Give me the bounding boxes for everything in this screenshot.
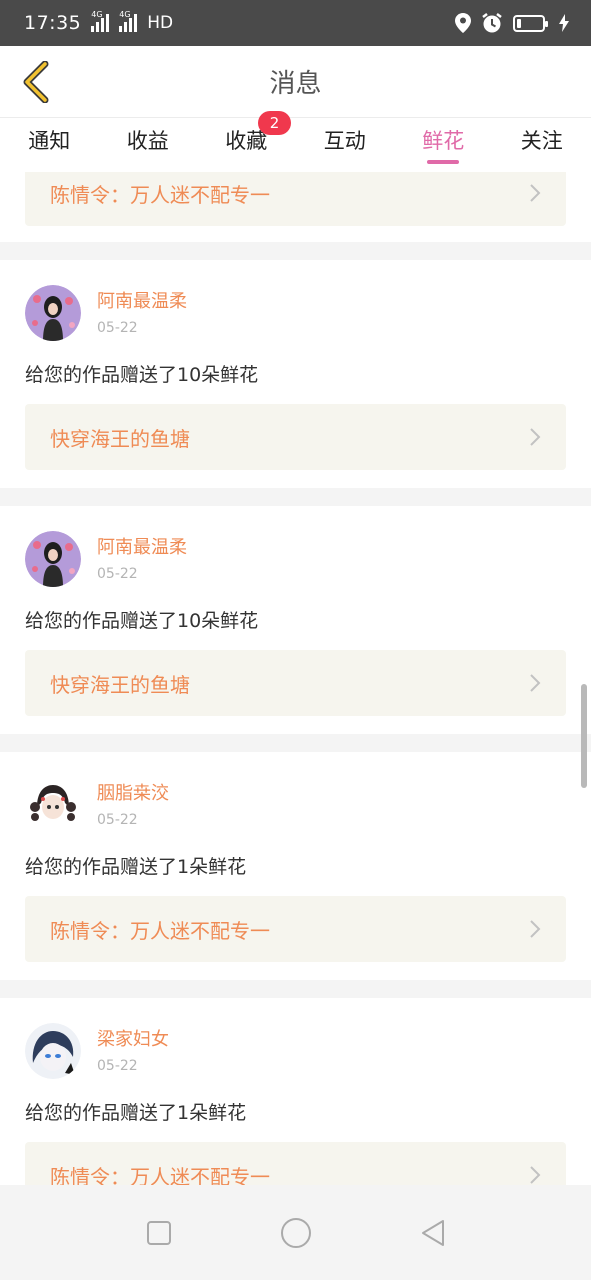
message-date: 05-22 [97, 319, 138, 336]
gift-text: 给您的作品赠送了1朵鲜花 [25, 856, 247, 878]
username[interactable]: 阿南最温柔 [97, 536, 187, 560]
tab-label: 收益 [126, 129, 169, 153]
message-date: 05-22 [97, 565, 138, 582]
message-date: 05-22 [97, 1057, 138, 1074]
tab-notification[interactable]: 通知 [0, 118, 99, 172]
work-title: 陈情令：万人迷不配专一 [50, 918, 270, 943]
battery-icon [513, 14, 548, 32]
signal-icon-2: 4G [119, 10, 138, 32]
message-card: 胭脂桒洨 05-22 给您的作品赠送了1朵鲜花 陈情令：万人迷不配专一 [0, 752, 591, 980]
alarm-icon [482, 13, 502, 33]
message-card: 梁家妇女 05-22 给您的作品赠送了1朵鲜花 陈情令：万人迷不配专一 [0, 998, 591, 1185]
tab-flowers[interactable]: 鲜花 [394, 118, 493, 172]
message-card: 阿南最温柔 05-22 给您的作品赠送了10朵鲜花 快穿海王的鱼塘 [0, 506, 591, 734]
chevron-right-icon [530, 1166, 541, 1184]
tab-earnings[interactable]: 收益 [99, 118, 198, 172]
username[interactable]: 梁家妇女 [97, 1028, 169, 1052]
message-card: 陈情令：万人迷不配专一 [0, 172, 591, 242]
page-title: 消息 [269, 69, 322, 99]
work-title: 陈情令：万人迷不配专一 [50, 1164, 270, 1186]
work-title: 快穿海王的鱼塘 [50, 672, 190, 697]
back-button[interactable] [14, 58, 58, 106]
tab-label: 收藏 [225, 129, 268, 153]
tab-label: 互动 [323, 129, 366, 153]
status-bar: 17:35 4G 4G HD [0, 0, 591, 46]
back-nav-button[interactable] [413, 1213, 453, 1253]
avatar[interactable] [25, 776, 81, 833]
home-button[interactable] [276, 1213, 316, 1253]
chevron-left-icon [23, 61, 49, 103]
tab-label: 通知 [28, 129, 71, 153]
tab-favorites[interactable]: 收藏 2 [197, 111, 296, 172]
recents-square-icon [146, 1220, 171, 1245]
gift-text: 给您的作品赠送了1朵鲜花 [25, 1102, 247, 1124]
message-date: 05-22 [97, 811, 138, 828]
username[interactable]: 胭脂桒洨 [97, 782, 169, 806]
tab-bar: 通知 收益 收藏 2 互动 鲜花 关注 [0, 111, 591, 172]
username[interactable]: 阿南最温柔 [97, 290, 187, 314]
gift-text: 给您的作品赠送了10朵鲜花 [25, 364, 259, 386]
unread-badge: 2 [258, 111, 292, 135]
avatar[interactable] [25, 1022, 81, 1079]
message-card: 阿南最温柔 05-22 给您的作品赠送了10朵鲜花 快穿海王的鱼塘 [0, 260, 591, 488]
signal-icon: 4G [91, 10, 110, 32]
recents-button[interactable] [139, 1213, 179, 1253]
work-title: 陈情令：万人迷不配专一 [50, 182, 270, 207]
avatar[interactable] [25, 284, 81, 341]
work-link[interactable]: 陈情令：万人迷不配专一 [25, 1142, 566, 1185]
hd-indicator: HD [147, 13, 174, 33]
work-link[interactable]: 陈情令：万人迷不配专一 [25, 896, 566, 962]
chevron-right-icon [530, 920, 541, 938]
location-icon [455, 13, 471, 33]
gift-text: 给您的作品赠送了10朵鲜花 [25, 610, 259, 632]
status-time: 17:35 [24, 12, 82, 34]
tab-follow[interactable]: 关注 [493, 118, 591, 172]
work-title: 快穿海王的鱼塘 [50, 426, 190, 451]
tab-interaction[interactable]: 互动 [296, 118, 395, 172]
system-nav-bar [0, 1185, 591, 1280]
tab-label: 关注 [520, 129, 563, 153]
scrollbar[interactable] [581, 684, 587, 788]
header: 消息 [0, 46, 591, 118]
back-triangle-icon [421, 1219, 444, 1246]
work-link[interactable]: 陈情令：万人迷不配专一 [25, 172, 566, 226]
charging-icon [559, 14, 569, 32]
work-link[interactable]: 快穿海王的鱼塘 [25, 404, 566, 470]
work-link[interactable]: 快穿海王的鱼塘 [25, 650, 566, 716]
avatar[interactable] [25, 530, 81, 587]
chevron-right-icon [530, 428, 541, 446]
home-circle-icon [280, 1217, 311, 1248]
chevron-right-icon [530, 674, 541, 692]
active-tab-indicator [427, 160, 460, 164]
chevron-right-icon [530, 184, 541, 202]
tab-label: 鲜花 [422, 129, 465, 153]
message-list[interactable]: 陈情令：万人迷不配专一 阿南最温柔 05-22 给您的作品赠送了10朵鲜花 快穿… [0, 172, 591, 1185]
